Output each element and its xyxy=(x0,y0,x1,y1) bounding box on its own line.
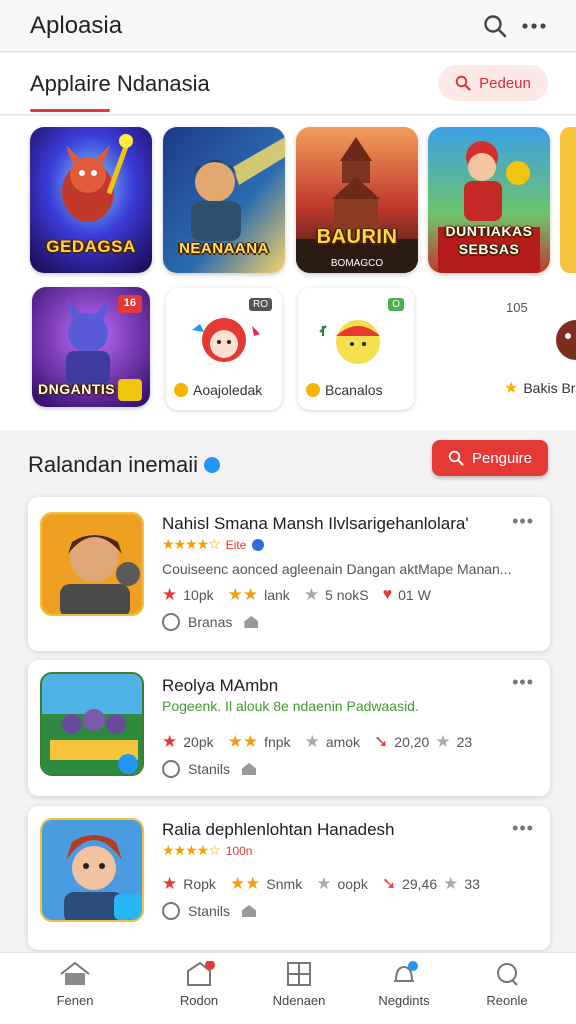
game-title: BAURIN xyxy=(316,226,398,248)
coin-icon xyxy=(174,383,188,397)
app-card[interactable]: RO Aoajoledak xyxy=(166,288,282,410)
more-icon[interactable]: ••• xyxy=(512,672,534,693)
app-card[interactable]: 105 ★ Bakis Br xyxy=(470,288,576,410)
star-icon: ★ xyxy=(443,874,459,893)
card-rating: ★★★★☆ Eite xyxy=(162,536,265,553)
app-icon xyxy=(556,320,576,360)
game-title: GEDAGSA xyxy=(46,237,136,256)
star-icon: ★ xyxy=(162,732,178,751)
nav-item-home[interactable]: Fenen xyxy=(20,961,130,1008)
star-icon: ★ xyxy=(162,585,178,604)
card-footer: Stanils xyxy=(162,760,257,778)
game-tile[interactable]: BAURIN BOMAGCO xyxy=(296,127,418,273)
app-bar: Aploasia xyxy=(0,0,576,52)
app-icon xyxy=(192,318,260,362)
search-icon[interactable] xyxy=(482,13,508,39)
radio-icon[interactable] xyxy=(162,760,180,778)
arrow-icon: ➘ xyxy=(374,732,389,751)
list-item[interactable]: Reolya MAmbn ••• Pogeenk. Il alouk 8e nd… xyxy=(28,660,550,796)
section-header: Applaire Ndanasia Pedeun xyxy=(0,53,576,115)
card-description: Pogeenk. Il alouk 8e ndaenin Padwaasid. xyxy=(162,698,419,714)
bottom-nav: Fenen Rodon Ndenaen Negdints Reonle xyxy=(0,952,576,1024)
more-icon[interactable]: ••• xyxy=(512,818,534,839)
app-name: Bcanalos xyxy=(306,382,383,398)
star-icon: ★★ xyxy=(227,585,259,604)
tag-icon xyxy=(187,961,215,986)
card-title: Reolya MAmbn xyxy=(162,676,279,695)
card-description: Couiseenc aonced agleenain Dangan aktMap… xyxy=(162,561,512,577)
chat-icon xyxy=(497,963,518,986)
game-subtitle: SEBSAS xyxy=(458,241,520,257)
card-rating: ★★★★☆ 100n xyxy=(162,842,253,858)
card-thumbnail xyxy=(40,818,144,922)
nav-item-rodon[interactable]: Rodon xyxy=(144,961,254,1008)
penguire-button[interactable]: Penguire xyxy=(432,440,548,476)
game-tile[interactable]: DUNTIAKAS SEBSAS xyxy=(428,127,550,273)
card-thumbnail xyxy=(40,672,144,776)
star-icon: ★ xyxy=(435,732,451,751)
app-card[interactable]: O Bcanalos xyxy=(298,288,414,410)
star-icon: ★ xyxy=(316,874,332,893)
game-title: DUNTIAKAS xyxy=(445,223,533,239)
pedeun-button[interactable]: Pedeun xyxy=(438,65,548,101)
card-stats: ★ Ropk ★★ Snmk ★ oopk ➘ 29,46 ★ 33 xyxy=(162,874,480,893)
card-stats: ★ 10pk ★★ lank ★ 5 nokS ♥ 01 W xyxy=(162,585,431,604)
games-section: GEDAGSA NEANAANA BAURIN BOMAGCO DUNTIAKA… xyxy=(0,116,576,430)
home-icon xyxy=(242,905,257,917)
card-footer: Stanils xyxy=(162,902,257,920)
tab-indicator xyxy=(30,109,110,112)
game-tile[interactable]: NEANAANA xyxy=(163,127,285,273)
list-item[interactable]: Ralia dephlenlohtan Hanadesh ••• ★★★★☆ 1… xyxy=(28,806,550,950)
star-icon: ★★ xyxy=(229,874,261,893)
star-icon: ★ xyxy=(303,585,320,604)
app-title: Aploasia xyxy=(30,12,123,39)
radio-icon[interactable] xyxy=(162,902,180,920)
arrow-icon: ➘ xyxy=(381,874,397,893)
partial-tile xyxy=(560,127,576,273)
nav-item-reonle[interactable]: Reonle xyxy=(452,961,562,1008)
coin-icon xyxy=(306,383,320,397)
more-icon[interactable] xyxy=(520,13,548,39)
home-icon xyxy=(242,763,257,775)
card-title: Ralia dephlenlohtan Hanadesh xyxy=(162,820,395,839)
heart-icon: ♥ xyxy=(382,586,393,603)
card-stats: ★ 20pk ★★ fnpk ★ amok ➘ 20,20 ★ 23 xyxy=(162,732,473,751)
nav-item-negdints[interactable]: Negdints xyxy=(349,961,459,1008)
search-icon xyxy=(455,75,471,91)
app-count: 105 xyxy=(506,300,528,315)
star-icon: ★★ xyxy=(227,732,259,751)
star-icon: ★ xyxy=(162,874,178,893)
app-icon xyxy=(319,320,380,364)
game-badge: 16 xyxy=(123,297,136,309)
verified-icon xyxy=(252,538,265,551)
card-footer: Branas xyxy=(162,613,259,631)
game-title: DNGANTIS xyxy=(38,381,116,397)
game-art xyxy=(296,127,418,273)
list-item[interactable]: Nahisl Smana Mansh Ilvlsarigehanlolara' … xyxy=(28,497,550,651)
search-icon xyxy=(448,450,464,466)
pedeun-label: Pedeun xyxy=(479,74,531,92)
home-icon xyxy=(60,961,90,985)
tab-applaire[interactable]: Applaire Ndanasia xyxy=(30,71,210,97)
star-icon: ★ xyxy=(304,732,320,751)
bell-icon xyxy=(394,961,418,982)
game-tile[interactable]: GEDAGSA xyxy=(30,127,152,273)
home-icon xyxy=(244,616,259,628)
more-icon[interactable]: ••• xyxy=(512,511,534,532)
section-title: Ralandan inemaii xyxy=(28,452,220,478)
game-title: NEANAANA xyxy=(179,240,269,257)
star-icon: ★ xyxy=(504,380,519,397)
app-badge: O xyxy=(388,298,404,311)
verified-icon xyxy=(204,457,220,473)
nav-item-ndenaen[interactable]: Ndenaen xyxy=(244,961,354,1008)
game-tile[interactable]: 16 DNGANTIS xyxy=(32,287,150,407)
game-subtitle: BOMAGCO xyxy=(330,258,384,269)
app-name: ★ Bakis Br xyxy=(504,380,576,397)
app-badge: RO xyxy=(249,298,272,311)
radio-icon[interactable] xyxy=(162,613,180,631)
card-thumbnail xyxy=(40,512,144,616)
app-name: Aoajoledak xyxy=(174,382,262,398)
card-title: Nahisl Smana Mansh Ilvlsarigehanlolara' xyxy=(162,514,469,533)
grid-icon xyxy=(287,962,311,986)
